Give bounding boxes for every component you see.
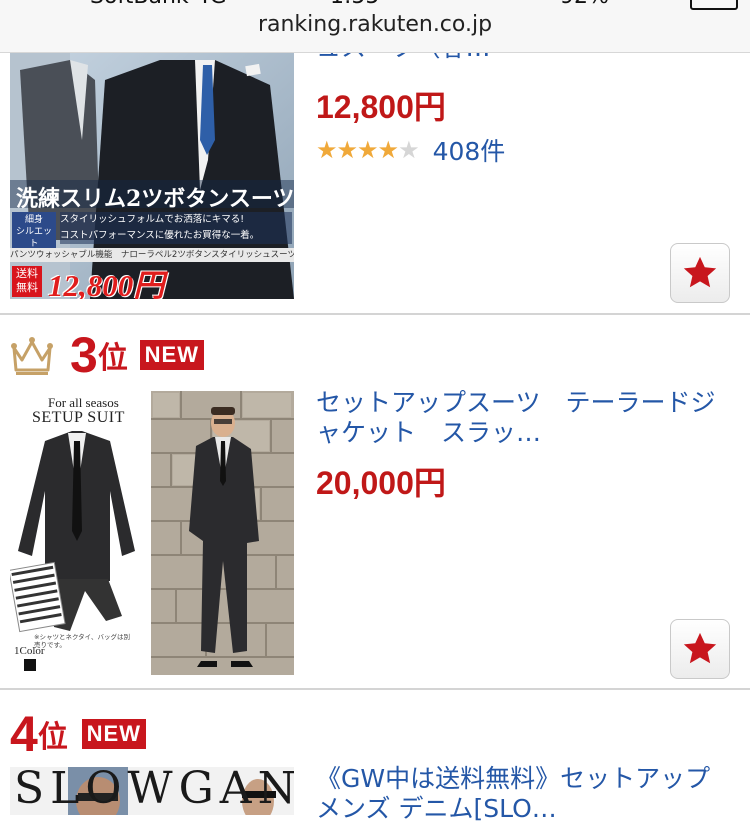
url-text[interactable]: ranking.rakuten.co.jp — [0, 12, 750, 37]
product-image-rank3[interactable]: For all seasos SETUP SUIT ※シャツとネクタイ、バッグは… — [10, 391, 294, 675]
rank-unit: 位 — [37, 720, 68, 755]
thumb-headline: 洗練スリム2ツボタンスーツ — [16, 186, 294, 212]
battery-percent: 92% — [560, 0, 609, 9]
product-image-rank2[interactable]: 洗練スリム2ツボタンスーツ 細身 シルエット スタイリッシュフォルムでお洒落にキ… — [10, 40, 294, 299]
thumb-feature-1: スタイリッシュフォルムでお洒落にキマる! — [60, 214, 245, 225]
status-time: 1:55 — [330, 0, 379, 9]
thumb-note: ※シャツとネクタイ、バッグは別売りです。 — [34, 633, 131, 649]
product-price-rank3: 20,000円 — [316, 465, 446, 501]
product-title-rank4[interactable]: 《GW中は送料無料》セットアップ メンズ デニム[SLO… — [316, 764, 726, 824]
item-divider — [0, 313, 750, 315]
color-swatch — [24, 659, 36, 671]
rating-row: ★★★★ ★ 408件 — [316, 132, 505, 168]
thumb-feature-2: コストパフォーマンスに優れたお買得な一着。 — [60, 230, 260, 241]
rank-number: 4 — [10, 706, 38, 762]
thumb-shipping-badge: 送料 無料 — [12, 266, 42, 297]
rank-header-3: 3 位 NEW — [10, 326, 204, 384]
carrier-label: SoftBank 4G — [90, 0, 227, 9]
thumb-title: SETUP SUIT — [32, 409, 125, 426]
suit-flatlay-illustration — [10, 431, 135, 633]
favorite-button-rank3[interactable] — [670, 619, 730, 679]
status-bar: SoftBank 4G 1:55 92% — [0, 0, 750, 10]
rank-unit: 位 — [97, 341, 128, 376]
item-divider — [0, 688, 750, 690]
thumb-price: 12,800円 — [48, 268, 165, 299]
rating-stars-empty: ★ — [398, 136, 419, 164]
review-count[interactable]: 408件 — [433, 132, 506, 168]
thumb-features: スタイリッシュフォルムでお洒落にキマる! コストパフォーマンスに優れたお買得な一… — [60, 212, 292, 244]
product-image-rank4[interactable]: SLOWGAN — [10, 767, 294, 815]
thumb-tag: 細身 シルエット — [12, 212, 56, 249]
model-photo — [151, 391, 294, 675]
rating-stars-filled: ★★★★ — [316, 136, 399, 164]
battery-icon — [690, 0, 738, 10]
browser-url-bar[interactable]: SoftBank 4G 1:55 92% ranking.rakuten.co.… — [0, 0, 750, 53]
new-badge: NEW — [139, 340, 204, 370]
thumb-brand: SLOWGAN — [14, 767, 294, 814]
new-badge: NEW — [81, 719, 146, 749]
rank-header-4: 4 位 NEW — [10, 705, 146, 763]
product-title-rank3[interactable]: セットアップスーツ テーラードジャケット スラッ… — [316, 388, 726, 448]
star-icon — [683, 256, 717, 288]
product-price-rank2: 12,800円 — [316, 89, 446, 125]
crown-icon — [11, 337, 53, 375]
favorite-button-rank2[interactable] — [670, 243, 730, 303]
rank-number: 3 — [70, 327, 98, 383]
star-icon — [683, 632, 717, 664]
thumb-color-count: 1Color — [14, 645, 45, 657]
